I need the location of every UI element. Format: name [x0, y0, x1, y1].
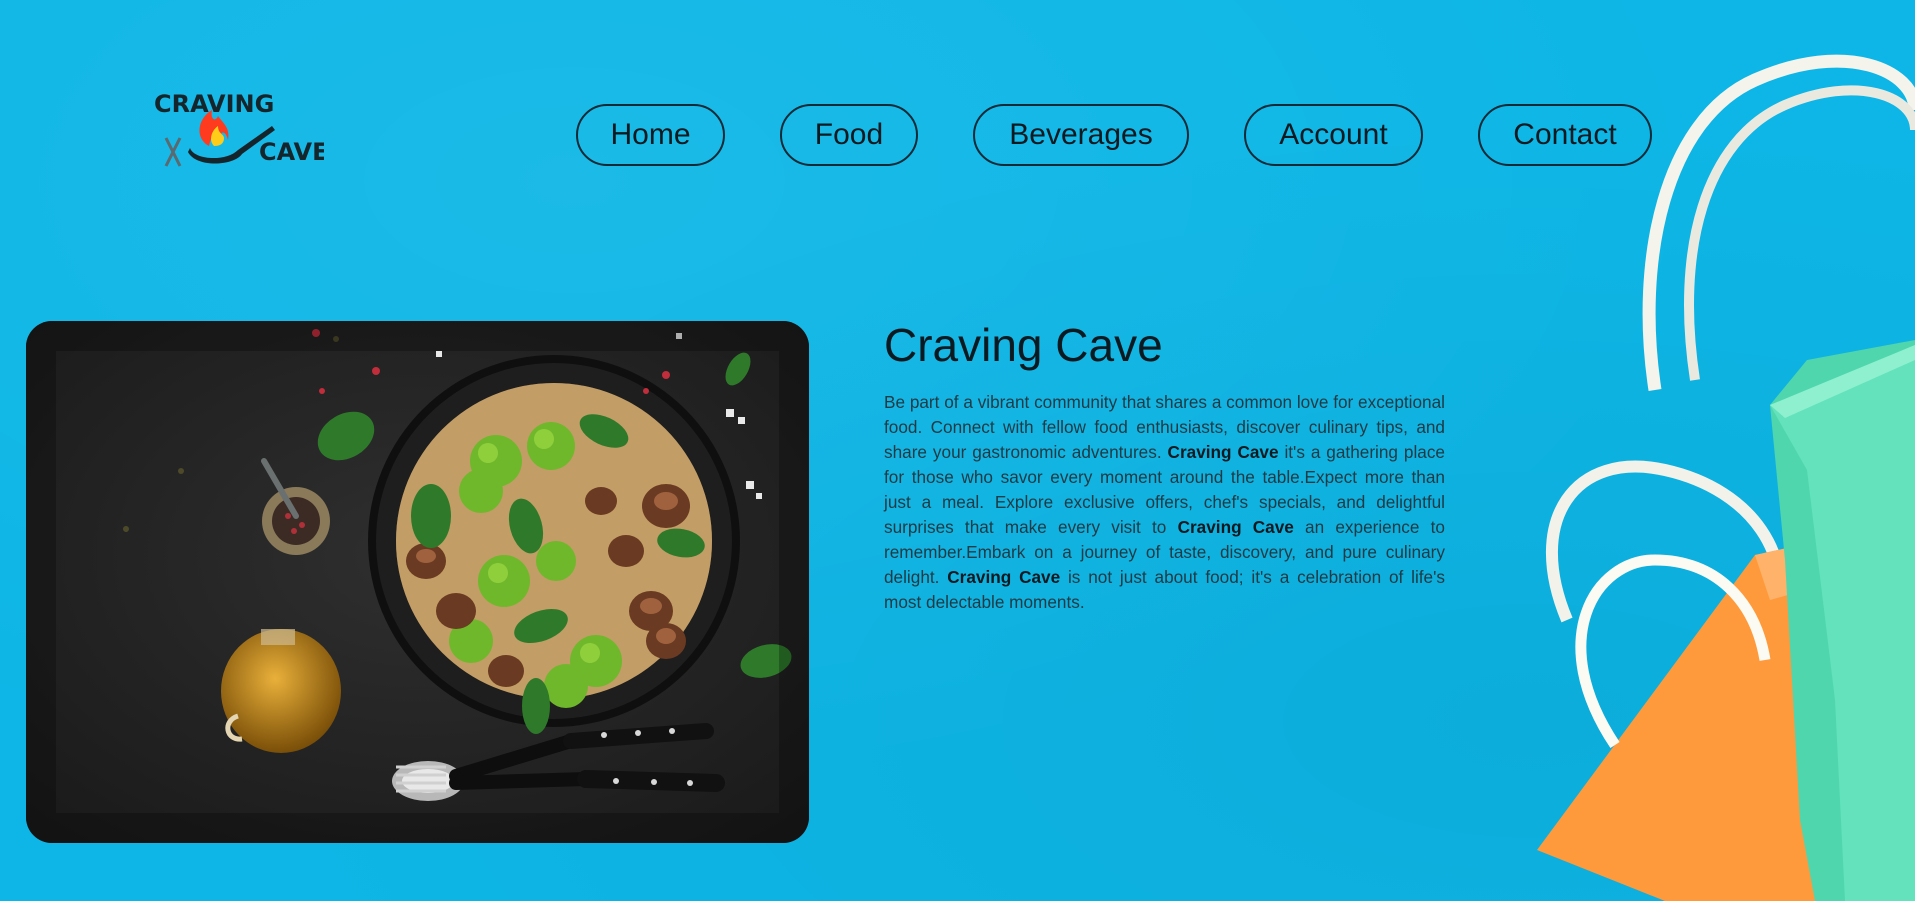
brand-name-bold: Craving Cave — [1167, 442, 1279, 462]
nav-food-button[interactable]: Food — [780, 104, 918, 166]
craving-cave-logo[interactable]: CRAVING CAVE — [154, 88, 324, 172]
logo-line2: CAVE — [259, 138, 324, 166]
intro-section: Craving Cave Be part of a vibrant commun… — [884, 318, 1445, 615]
brand-name-bold: Craving Cave — [947, 567, 1061, 587]
nav-home-button[interactable]: Home — [576, 104, 725, 166]
fork-knife-icon — [164, 137, 182, 167]
brand-name-bold: Craving Cave — [1177, 517, 1294, 537]
nav-account-button[interactable]: Account — [1244, 104, 1423, 166]
intro-paragraph: Be part of a vibrant community that shar… — [884, 390, 1445, 615]
nav-beverages-button[interactable]: Beverages — [973, 104, 1189, 166]
logo-line1: CRAVING — [154, 90, 274, 118]
nav-contact-button[interactable]: Contact — [1478, 104, 1652, 166]
intro-title: Craving Cave — [884, 319, 1163, 371]
food-bowl-illustration — [26, 321, 809, 843]
food-bowl-photo — [26, 321, 809, 843]
